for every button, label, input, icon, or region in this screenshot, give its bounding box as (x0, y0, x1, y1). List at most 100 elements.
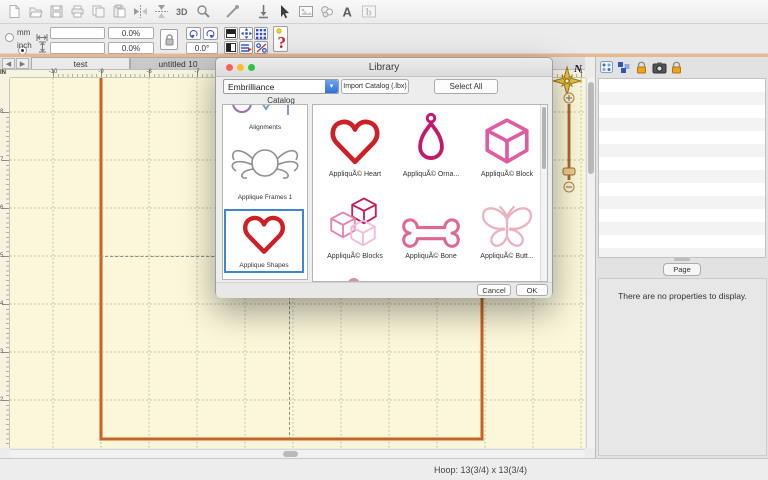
tab-untitled-10[interactable]: untitled 10 (130, 57, 226, 69)
save-icon[interactable] (48, 3, 65, 20)
tab-next-arrow[interactable]: ▶ (16, 58, 29, 69)
library-item-partial-circle-2[interactable] (471, 272, 543, 281)
collection-dropdown[interactable]: Embrilliance ▾ (223, 79, 339, 94)
canvas-horizontal-scrollbar[interactable] (10, 449, 585, 458)
grid-scrollbar[interactable] (540, 105, 547, 281)
main-toolbar: 3D A b (0, 0, 768, 24)
compass-north-icon[interactable]: N (552, 62, 586, 96)
bone-icon (402, 218, 460, 248)
width-percent-field[interactable]: 0.0% (108, 27, 154, 39)
design-order-icon[interactable] (617, 61, 631, 79)
lettering-a-icon[interactable]: A (339, 3, 356, 20)
cubes-icon (330, 197, 377, 247)
tab-prev-arrow[interactable]: ◀ (2, 58, 15, 69)
lock-aspect-button[interactable] (160, 29, 178, 50)
page-tab[interactable]: Page (663, 263, 701, 276)
zoom-slider[interactable] (559, 92, 579, 198)
library-item-heart[interactable]: AppliquÃ© Heart (319, 108, 391, 188)
ornament-icon (418, 112, 444, 160)
collection-dropdown-value: Embrilliance (228, 81, 275, 92)
category-alignments[interactable]: Alignments (226, 105, 304, 131)
rotate-right-button[interactable] (203, 27, 218, 40)
close-button[interactable] (226, 64, 233, 71)
scale-stitches-icon[interactable] (254, 41, 268, 54)
category-list: Alignments Applique Frames 1 Applique Sh… (222, 104, 308, 280)
tab-test-label: test (73, 58, 88, 69)
library-item-block[interactable]: AppliquÃ© Block (471, 108, 543, 188)
library-item-bone[interactable]: AppliquÃ© Bone (395, 190, 467, 270)
paste-icon[interactable] (111, 3, 128, 20)
unit-inch-label: inch (17, 41, 32, 50)
ruler-unit-label: IN (0, 70, 10, 78)
open-file-icon[interactable] (27, 3, 44, 20)
display-film-icon[interactable] (224, 27, 238, 40)
object-list[interactable] (598, 78, 766, 258)
snapshot-camera-icon[interactable] (652, 61, 667, 79)
dialog-title: Library (368, 62, 400, 73)
grid-settings-icon[interactable] (254, 27, 268, 40)
copy-icon[interactable] (90, 3, 107, 20)
zoom-slider-thumb[interactable] (562, 167, 576, 176)
width-input[interactable] (50, 27, 105, 39)
library-item-blocks[interactable]: AppliquÃ© Blocks (319, 190, 391, 270)
monogram-b-icon[interactable]: b (360, 3, 377, 20)
import-catalog-label: Import Catalog (.lbx) (343, 83, 407, 90)
canvas-vertical-scrollbar[interactable] (586, 78, 595, 448)
svg-text:N: N (573, 63, 583, 75)
objects-panel: Page There are no properties to display. (595, 57, 768, 458)
import-catalog-button[interactable]: Import Catalog (.lbx) (341, 79, 409, 94)
cancel-button[interactable]: Cancel (477, 284, 511, 296)
item-label: AppliquÃ© Butt... (480, 253, 534, 260)
library-item-partial-paw[interactable] (319, 272, 391, 281)
item-label: AppliquÃ© Block (480, 171, 534, 178)
tab-test[interactable]: test (31, 57, 130, 69)
library-dialog: Library Embrilliance ▾ Import Catalog (.… (215, 57, 553, 298)
stitch-needle-icon[interactable] (224, 3, 241, 20)
select-all-button[interactable]: Select All (434, 79, 498, 94)
category-label: Applique Shapes (239, 262, 289, 269)
library-item-butterfly[interactable]: AppliquÃ© Butt... (471, 190, 543, 270)
stamp-shapes-icon[interactable] (318, 3, 335, 20)
thread-chart-icon[interactable] (600, 61, 614, 79)
contrast-view-icon[interactable] (224, 41, 238, 54)
heart-icon (330, 119, 380, 165)
view-3d-icon[interactable]: 3D (174, 3, 191, 20)
category-applique-frames[interactable]: Applique Frames 1 (226, 137, 304, 201)
height-percent-field[interactable]: 0.0% (108, 42, 154, 54)
cancel-label: Cancel (482, 285, 506, 295)
flip-horizontal-icon[interactable] (132, 3, 149, 20)
vscroll-thumb[interactable] (588, 82, 594, 174)
print-icon[interactable] (69, 3, 86, 20)
new-file-icon[interactable] (6, 3, 23, 20)
category-label: Alignments (248, 124, 282, 131)
lock-all-icon[interactable] (670, 61, 683, 79)
fit-design-icon[interactable] (239, 27, 253, 40)
chevron-down-icon: ▾ (325, 80, 338, 93)
panel-splitter-handle[interactable] (674, 258, 690, 261)
lock-group-icon[interactable] (635, 61, 648, 79)
heart-icon (243, 215, 285, 254)
hscroll-thumb[interactable] (283, 451, 298, 457)
grid-scroll-thumb[interactable] (542, 107, 546, 169)
stitch-align-icon[interactable] (239, 41, 253, 54)
baste-icon[interactable] (255, 3, 272, 20)
alignments-icon (232, 105, 289, 115)
rotate-left-button[interactable] (186, 27, 201, 40)
rotation-field[interactable]: 0.0° (186, 42, 218, 54)
zoom-window-button[interactable] (248, 64, 255, 71)
help-button[interactable]: ? (273, 26, 288, 52)
insert-image-icon[interactable] (297, 3, 314, 20)
category-applique-shapes-selected[interactable]: Applique Shapes (224, 209, 304, 273)
library-item-grid: AppliquÃ© Heart AppliquÃ© Orna... Appliq… (312, 104, 548, 282)
height-input[interactable] (50, 42, 105, 54)
minimize-button[interactable] (237, 64, 244, 71)
select-arrow-icon[interactable] (276, 3, 293, 20)
no-properties-text: There are no properties to display. (618, 291, 747, 301)
flip-vertical-icon[interactable] (153, 3, 170, 20)
library-item-ornament[interactable]: AppliquÃ© Orna... (395, 108, 467, 188)
ok-button[interactable]: OK (516, 284, 548, 296)
library-item-partial-circle-1[interactable] (395, 272, 467, 281)
dialog-title-bar[interactable]: Library (216, 58, 552, 77)
unit-mm-radio[interactable] (5, 33, 14, 42)
zoom-icon[interactable] (195, 3, 212, 20)
